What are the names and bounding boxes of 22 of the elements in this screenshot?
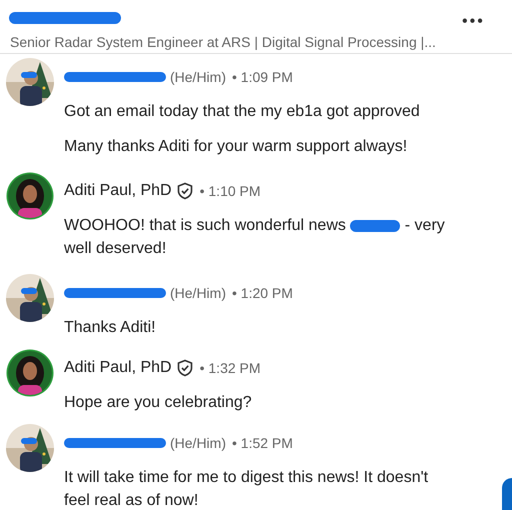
message-text: Thanks Aditi! xyxy=(64,319,156,336)
message-text: It will take time for me to digest this news! It doesn't feel real as of now! xyxy=(64,469,428,509)
message-text: WOOHOO! that is such wonderful news xyxy=(64,217,346,234)
pronouns: (He/Him) xyxy=(170,68,226,87)
message-text: Got an email today that the my eb1a got approved xyxy=(64,103,420,120)
more-menu-button[interactable]: ••• xyxy=(462,14,485,30)
timestamp: • 1:10 PM xyxy=(200,182,261,200)
timestamp: • 1:32 PM xyxy=(200,358,261,378)
message-text: - very xyxy=(404,217,445,234)
message-text: Many thanks Aditi for your warm support always! xyxy=(64,138,408,155)
timestamp: • 1:52 PM xyxy=(232,434,293,452)
pronouns: (He/Him) xyxy=(170,434,226,453)
redaction-mark xyxy=(350,220,400,232)
message-text: well deserved! xyxy=(64,240,166,257)
pronouns: (He/Him) xyxy=(170,284,226,303)
profile-headline: Senior Radar System Engineer at ARS | Digital Signal Processing |... xyxy=(10,33,436,52)
sender-name: Aditi Paul, PhD xyxy=(64,181,172,201)
message-text: Hope are you celebrating? xyxy=(64,394,252,411)
timestamp: • 1:20 PM xyxy=(232,284,293,302)
sender-name: Aditi Paul, PhD xyxy=(64,358,172,378)
timestamp: • 1:09 PM xyxy=(232,68,293,86)
floating-button[interactable] xyxy=(502,478,512,510)
